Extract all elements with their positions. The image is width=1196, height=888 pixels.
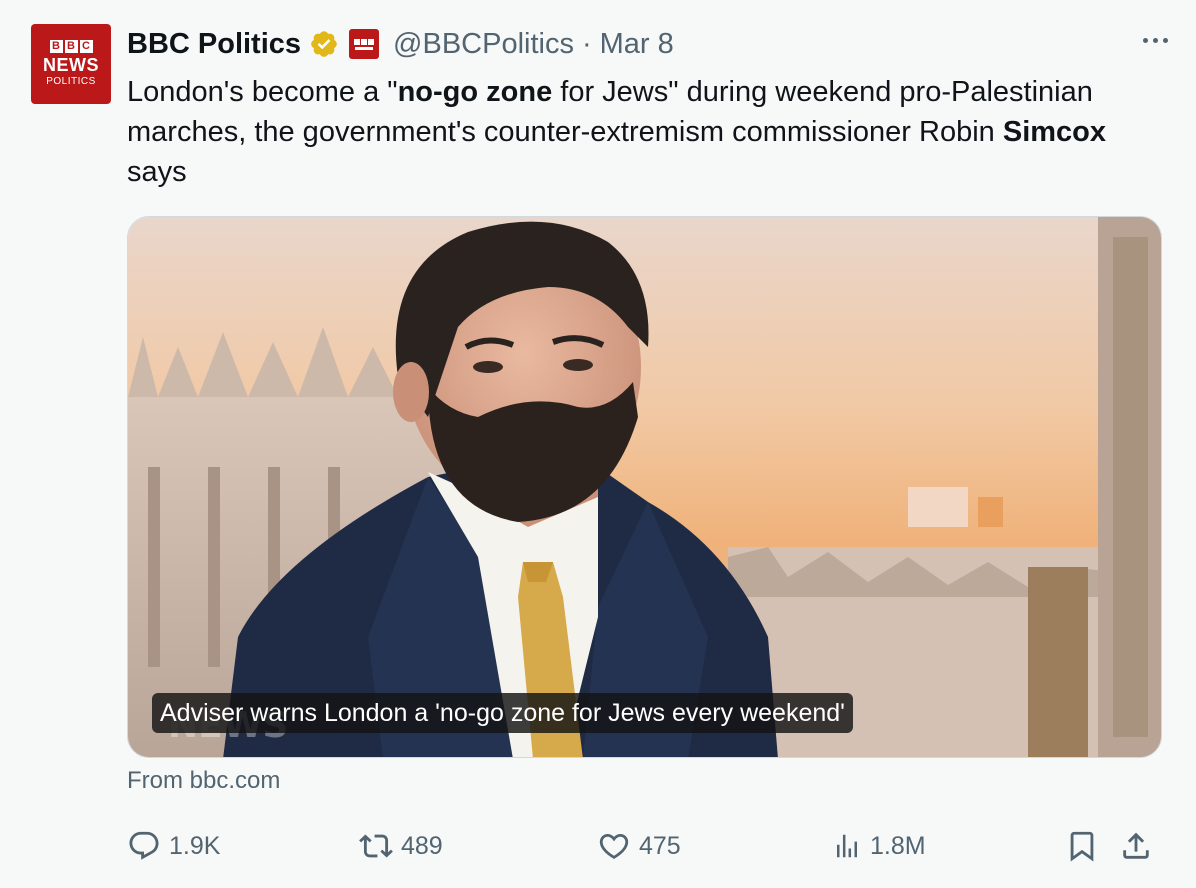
link-card-image[interactable]: NEWS Adviser warns London a 'no-go zone … <box>127 216 1162 758</box>
tweet: B B C NEWS POLITICS BBC Politics @BBCPol… <box>0 0 1196 888</box>
reply-count: 1.9K <box>169 831 221 860</box>
avatar[interactable]: B B C NEWS POLITICS <box>31 24 111 104</box>
heart-icon <box>597 829 631 863</box>
bold-phrase: no-go zone <box>397 76 553 108</box>
bold-name: Simcox <box>1002 116 1107 148</box>
repost-button[interactable]: 489 <box>359 826 443 866</box>
timestamp[interactable]: Mar 8 <box>600 28 674 61</box>
bookmark-icon <box>1065 829 1099 863</box>
views-count: 1.8M <box>870 831 926 860</box>
bbc-logo-blocks: B B C <box>49 40 93 53</box>
share-icon <box>1119 829 1153 863</box>
verified-badge-icon[interactable] <box>309 29 339 59</box>
news-photo: NEWS <box>128 217 1161 757</box>
link-source[interactable]: From bbc.com <box>127 767 280 795</box>
display-name[interactable]: BBC Politics <box>127 28 301 61</box>
reply-icon <box>127 829 161 863</box>
more-icon[interactable] <box>1143 38 1168 43</box>
avatar-news-text: NEWS <box>43 55 99 75</box>
repost-count: 489 <box>401 831 443 860</box>
avatar-politics-text: POLITICS <box>46 76 96 87</box>
views-icon <box>832 831 862 861</box>
reply-button[interactable]: 1.9K <box>127 826 220 866</box>
action-bar: 1.9K 489 475 1.8M <box>127 826 1167 866</box>
tweet-text: London's become a "no-go zone for Jews" … <box>127 76 1107 188</box>
like-count: 475 <box>639 831 681 860</box>
handle[interactable]: @BBCPolitics <box>393 28 574 61</box>
tweet-header: BBC Politics @BBCPolitics · Mar 8 <box>127 26 674 62</box>
separator: · <box>581 27 592 60</box>
views-button[interactable]: 1.8M <box>832 826 926 866</box>
like-button[interactable]: 475 <box>597 826 681 866</box>
share-button[interactable] <box>1119 826 1153 866</box>
bbc-affiliate-icon[interactable] <box>349 29 380 59</box>
repost-icon <box>359 829 393 863</box>
bookmark-button[interactable] <box>1065 826 1099 866</box>
media-caption: Adviser warns London a 'no-go zone for J… <box>152 693 853 733</box>
